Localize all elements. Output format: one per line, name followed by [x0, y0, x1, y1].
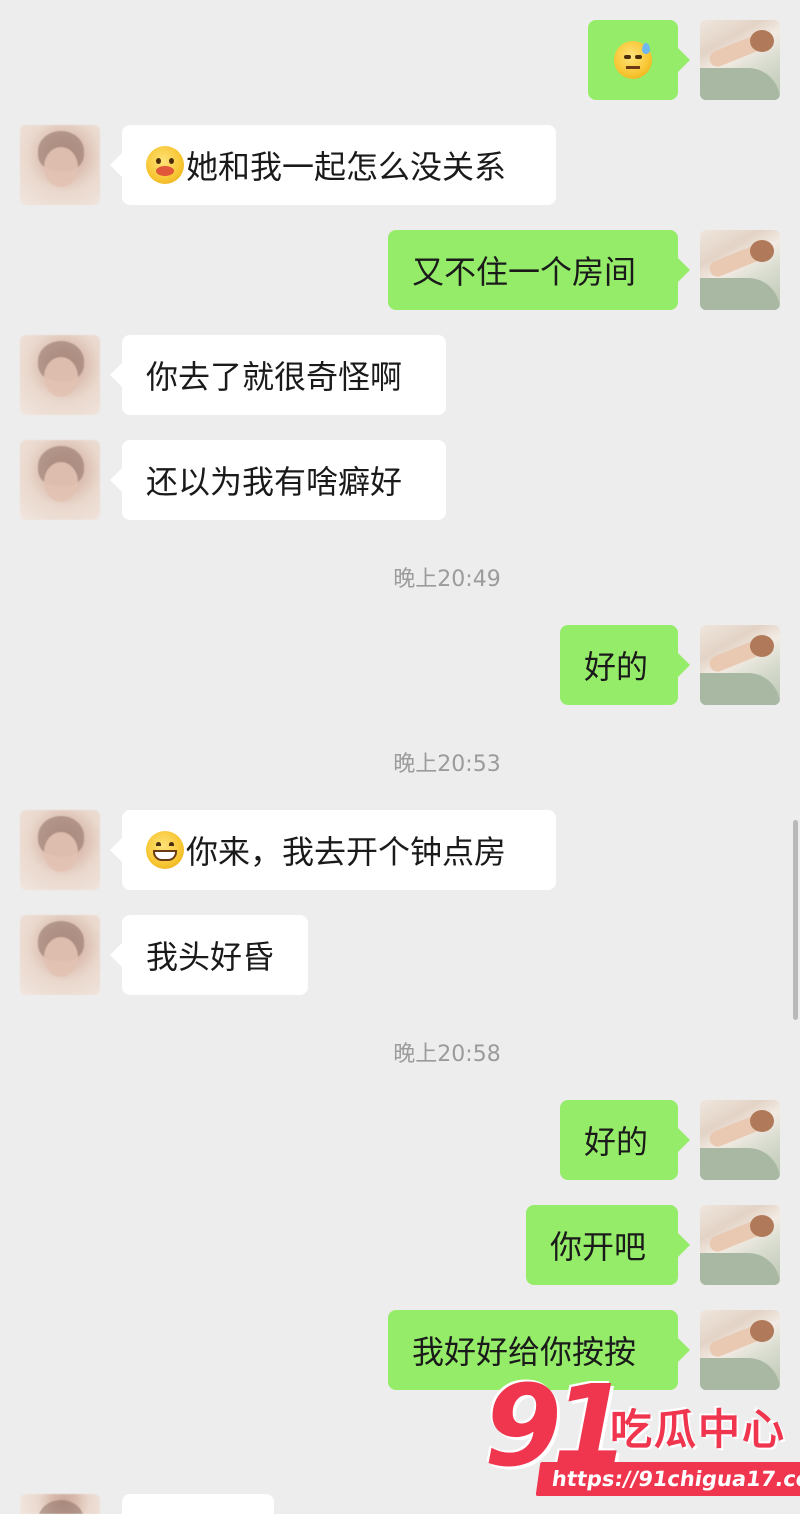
message-bubble-sent[interactable]: 好的 [560, 1100, 690, 1180]
message-text: 她和我一起怎么没关系 [186, 148, 507, 186]
contact-avatar[interactable] [20, 810, 100, 890]
timestamp: 晚上20:53 [393, 752, 501, 777]
watermark-title: 吃瓜中心 [610, 1405, 787, 1454]
watermark-logo: 91 吃瓜中心 https://91chigua17.com [482, 1362, 800, 1504]
message-bubble-received[interactable]: 你来，我去开个钟点房 [110, 810, 556, 890]
my-avatar[interactable] [700, 230, 780, 310]
sweat-emoji-icon [614, 41, 652, 79]
message-text: 我头好昏 [146, 938, 275, 976]
timestamp: 晚上20:58 [393, 1042, 501, 1067]
message-text: 你来，我去开个钟点房 [186, 833, 507, 871]
message-bubble-received[interactable]: 你去了就很奇怪啊 [110, 335, 446, 415]
my-avatar[interactable] [700, 1205, 780, 1285]
timestamp: 晚上20:49 [393, 567, 501, 592]
message-bubble-sent[interactable]: 你开吧 [526, 1205, 690, 1285]
contact-avatar[interactable] [20, 440, 100, 520]
message-bubble-sent[interactable]: 好的 [560, 625, 690, 705]
contact-avatar[interactable] [20, 125, 100, 205]
message-bubble-received[interactable] [122, 1494, 274, 1514]
contact-avatar[interactable] [20, 1494, 100, 1514]
message-bubble-sent[interactable] [588, 20, 690, 100]
my-avatar[interactable] [700, 20, 780, 100]
message-text: 你去了就很奇怪啊 [146, 358, 403, 396]
my-avatar[interactable] [700, 1100, 780, 1180]
message-text: 又不住一个房间 [412, 253, 637, 291]
message-bubble-received[interactable]: 还以为我有啥癖好 [110, 440, 446, 520]
message-text: 好的 [584, 1123, 649, 1161]
contact-avatar[interactable] [20, 915, 100, 995]
message-text: 你开吧 [550, 1228, 647, 1266]
my-avatar[interactable] [700, 625, 780, 705]
grin-emoji-icon [146, 831, 184, 869]
message-text: 还以为我有啥癖好 [146, 463, 403, 501]
watermark-url: https://91chigua17.com [535, 1462, 800, 1496]
eating-emoji-icon [146, 146, 184, 184]
message-text: 好的 [584, 648, 649, 686]
scrollbar[interactable] [793, 820, 798, 1020]
message-bubble-sent[interactable]: 又不住一个房间 [388, 230, 690, 310]
message-bubble-received[interactable]: 她和我一起怎么没关系 [110, 125, 556, 205]
message-bubble-received[interactable]: 我头好昏 [110, 915, 308, 995]
contact-avatar[interactable] [20, 335, 100, 415]
